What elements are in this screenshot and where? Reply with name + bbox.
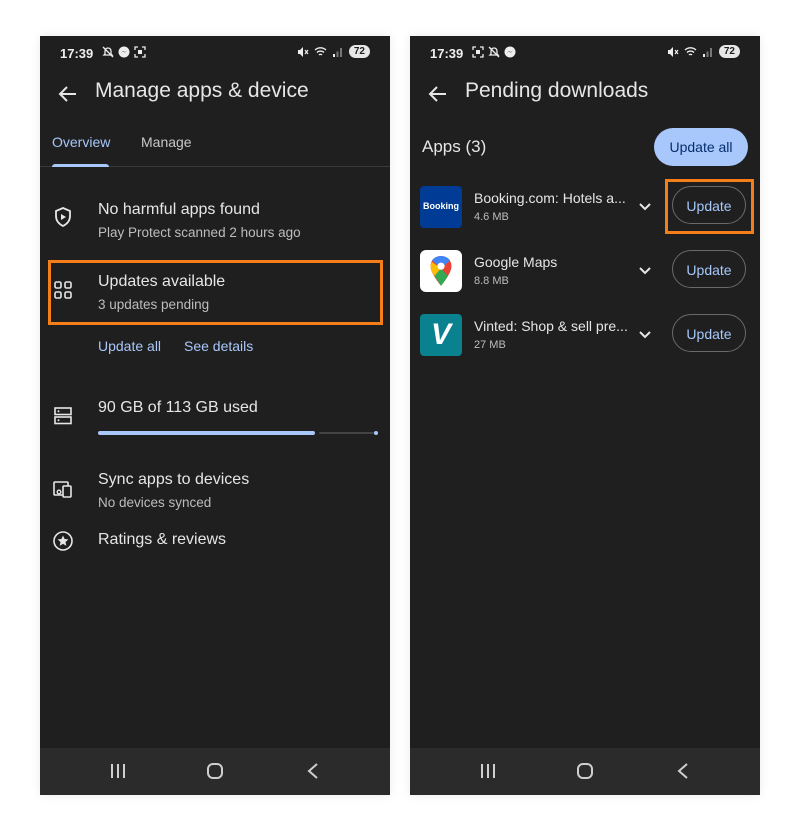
sync-subtitle: No devices synced	[98, 495, 212, 510]
ratings-reviews-row[interactable]: Ratings & reviews	[40, 528, 390, 558]
status-notification-icons	[102, 46, 146, 58]
map-pin-icon	[430, 256, 452, 286]
status-time: 17:39	[430, 46, 464, 61]
manage-apps-screen: 17:39 72 Manage apps & device Overview M…	[40, 36, 390, 795]
app-size: 8.8 MB	[474, 275, 509, 287]
update-highlight-box	[665, 179, 754, 234]
signal-icon	[332, 47, 342, 57]
app-size: 27 MB	[474, 339, 506, 351]
star-circle-icon	[53, 531, 73, 551]
recents-icon[interactable]	[110, 762, 126, 780]
back-nav-icon[interactable]	[306, 762, 320, 780]
sync-title: Sync apps to devices	[98, 471, 250, 488]
booking-app-icon: Booking	[420, 186, 462, 228]
mute-notification-icon	[102, 46, 114, 58]
app-size: 4.6 MB	[474, 211, 509, 223]
shield-play-icon	[55, 207, 71, 228]
booking-icon-text: Booking	[423, 201, 459, 211]
status-notification-icons	[472, 46, 516, 58]
update-button[interactable]: Update	[672, 314, 746, 352]
system-nav-bar	[410, 748, 760, 795]
see-details-link[interactable]: See details	[184, 338, 253, 354]
battery-level: 72	[718, 45, 740, 58]
chevron-down-icon[interactable]	[638, 264, 652, 278]
storage-icon	[54, 407, 72, 425]
pending-downloads-screen: 17:39 72 Pending downloads Apps (3) Upda…	[410, 36, 760, 795]
update-all-button[interactable]: Update all	[654, 128, 748, 166]
messenger-icon	[504, 46, 516, 58]
google-maps-app-icon	[420, 250, 462, 292]
app-row-vinted[interactable]: V Vinted: Shop & sell pre... 27 MB Updat…	[410, 314, 760, 364]
battery-level: 72	[348, 45, 370, 58]
status-bar: 17:39 72	[410, 36, 760, 72]
back-arrow-icon[interactable]	[428, 84, 448, 104]
storage-free-track	[319, 432, 374, 434]
wifi-icon	[314, 46, 327, 56]
storage-end-dot	[374, 431, 378, 435]
apps-count-heading: Apps (3)	[422, 137, 487, 156]
back-arrow-icon[interactable]	[58, 84, 78, 104]
update-button[interactable]: Update	[672, 250, 746, 288]
home-icon[interactable]	[576, 762, 594, 780]
storage-progress-bar	[98, 431, 378, 435]
messenger-icon	[118, 46, 130, 58]
vinted-app-icon: V	[420, 314, 462, 356]
home-icon[interactable]	[206, 762, 224, 780]
mute-icon	[297, 46, 309, 57]
tab-indicator	[52, 164, 109, 167]
protect-subtitle: Play Protect scanned 2 hours ago	[98, 225, 301, 240]
app-row-google-maps[interactable]: Google Maps 8.8 MB Update	[410, 250, 760, 300]
storage-used-fill	[98, 431, 315, 435]
update-all-link[interactable]: Update all	[98, 338, 161, 354]
wifi-icon	[684, 46, 697, 56]
storage-title: 90 GB of 113 GB used	[98, 399, 258, 416]
recents-icon[interactable]	[480, 762, 496, 780]
back-nav-icon[interactable]	[676, 762, 690, 780]
mute-icon	[667, 46, 679, 57]
protect-title: No harmful apps found	[98, 201, 260, 218]
signal-icon	[702, 47, 712, 57]
app-name: Booking.com: Hotels a...	[474, 190, 626, 206]
tab-manage[interactable]: Manage	[141, 134, 192, 150]
sync-apps-row[interactable]: Sync apps to devices No devices synced	[40, 468, 390, 518]
app-bar: Pending downloads	[410, 76, 760, 116]
chevron-down-icon[interactable]	[638, 200, 652, 214]
app-name: Google Maps	[474, 254, 558, 270]
status-bar: 17:39 72	[40, 36, 390, 72]
tab-overview[interactable]: Overview	[52, 134, 110, 150]
page-title: Manage apps & device	[95, 79, 309, 102]
status-time: 17:39	[60, 46, 94, 61]
screenshot-icon	[134, 46, 146, 58]
vinted-icon-text: V	[430, 318, 451, 351]
app-bar: Manage apps & device	[40, 76, 390, 116]
status-system-icons: 72	[297, 45, 370, 58]
system-nav-bar	[40, 748, 390, 795]
tab-bar: Overview Manage	[40, 126, 390, 167]
app-name: Vinted: Shop & sell pre...	[474, 318, 628, 334]
screenshot-icon	[472, 46, 484, 58]
devices-icon	[53, 481, 72, 498]
play-protect-row[interactable]: No harmful apps found Play Protect scann…	[40, 196, 390, 246]
updates-highlight-box	[48, 260, 383, 325]
page-title: Pending downloads	[465, 79, 649, 102]
ratings-title: Ratings & reviews	[98, 531, 227, 548]
status-system-icons: 72	[667, 45, 740, 58]
mute-notification-icon	[488, 46, 500, 58]
chevron-down-icon[interactable]	[638, 328, 652, 342]
